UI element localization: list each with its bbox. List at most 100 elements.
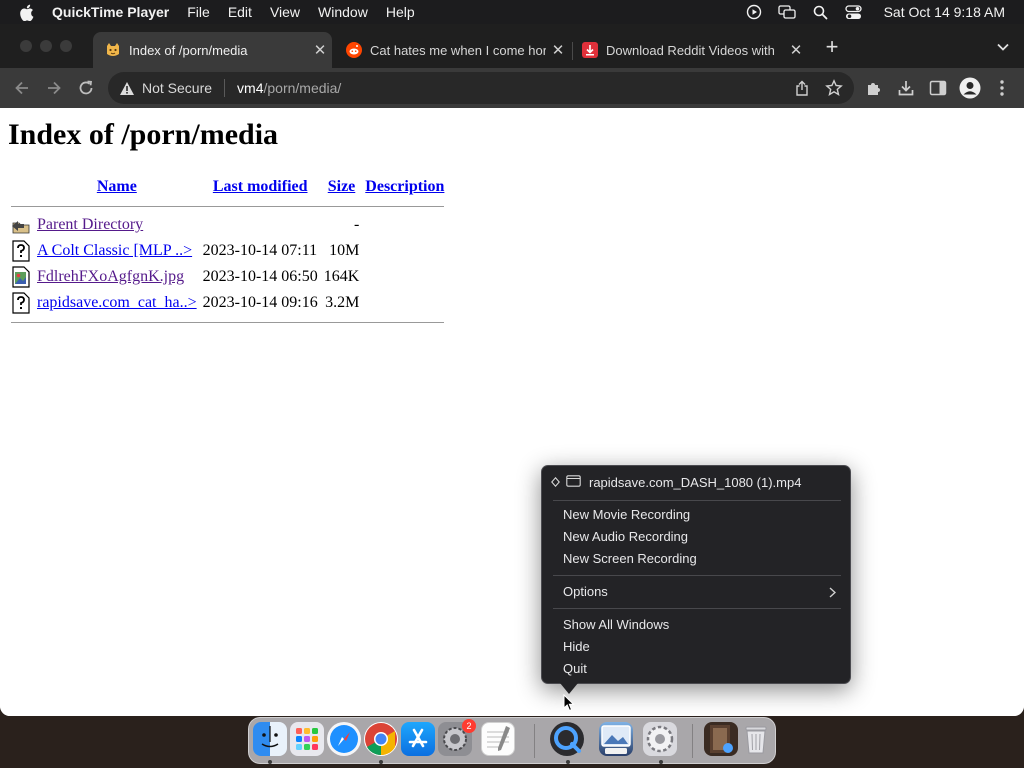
window-icon (566, 474, 586, 490)
description-cell (362, 290, 447, 316)
profile-avatar-icon[interactable] (958, 76, 982, 100)
menu-item-quit[interactable]: Quit (542, 658, 850, 680)
menu-item-hide[interactable]: Hide (542, 636, 850, 658)
table-row: FdlrehFXoAgfgnK.jpg 2023-10-14 06:50 164… (8, 264, 447, 290)
dock-context-menu: rapidsave.com_DASH_1080 (1).mp4 New Movi… (541, 465, 851, 684)
folder-cat-icon (105, 42, 121, 58)
trash-icon[interactable] (739, 722, 773, 756)
control-center-icon[interactable] (837, 4, 870, 20)
file-link-colt-classic[interactable]: A Colt Classic [MLP ..> (37, 242, 192, 259)
table-row: A Colt Classic [MLP ..> 2023-10-14 07:11… (8, 238, 447, 264)
menu-separator (553, 575, 841, 576)
back-arrow-icon[interactable] (10, 76, 34, 100)
preview-icon[interactable] (599, 722, 633, 756)
screen-mirroring-icon[interactable] (771, 5, 804, 19)
menu-help[interactable]: Help (377, 0, 424, 24)
url-host: vm4 (237, 80, 264, 96)
app-store-icon[interactable] (401, 722, 435, 756)
running-indicator (268, 760, 272, 764)
menu-item-new-movie-recording[interactable]: New Movie Recording (542, 504, 850, 526)
sort-by-size-link[interactable]: Size (328, 178, 356, 195)
launchpad-icon[interactable] (290, 722, 324, 756)
sort-by-description-link[interactable]: Description (365, 178, 444, 195)
downloads-stack-icon[interactable] (704, 722, 738, 756)
back-folder-icon (12, 221, 30, 234)
new-tab-button[interactable]: + (820, 36, 844, 60)
forward-arrow-icon[interactable] (42, 76, 66, 100)
reload-icon[interactable] (74, 76, 98, 100)
address-bar[interactable]: Not Secure vm4/porn/media/ (108, 72, 854, 104)
size-cell: 164K (323, 268, 360, 285)
mouse-cursor-icon (563, 694, 575, 712)
menu-clock[interactable]: Sat Oct 14 9:18 AM (870, 4, 1024, 20)
apple-menu-icon[interactable] (0, 4, 52, 21)
menu-item-window[interactable]: rapidsave.com_DASH_1080 (1).mp4 (542, 471, 850, 493)
menu-separator (553, 500, 841, 501)
url-path: /porn/media/ (263, 80, 342, 96)
sort-by-name-link[interactable]: Name (97, 178, 137, 195)
window-minimize-button[interactable] (40, 40, 52, 52)
downloads-icon[interactable] (894, 76, 918, 100)
browser-toolbar: Not Secure vm4/porn/media/ (0, 68, 1024, 108)
tab-title: Download Reddit Videos with (606, 42, 775, 58)
side-panel-icon[interactable] (926, 76, 950, 100)
system-settings-icon[interactable]: 2 (438, 719, 476, 756)
chrome-icon[interactable] (364, 722, 398, 756)
close-tab-icon[interactable]: ✕ (546, 41, 570, 59)
not-secure-warning-icon[interactable] (118, 79, 136, 97)
reddit-icon (346, 42, 362, 58)
screen-recording-icon[interactable] (738, 4, 771, 20)
finder-icon[interactable] (253, 722, 287, 756)
tab-cat-hates-me[interactable]: Cat hates me when I come hor ✕ (334, 32, 570, 68)
menu-window[interactable]: Window (309, 0, 377, 24)
description-cell (362, 212, 447, 238)
size-cell: - (353, 216, 360, 233)
menu-item-new-screen-recording[interactable]: New Screen Recording (542, 548, 850, 570)
macos-menu-bar: QuickTime Player File Edit View Window H… (0, 0, 1024, 24)
quicktime-icon[interactable] (550, 722, 584, 756)
size-cell: 3.2M (325, 294, 360, 311)
safari-icon[interactable] (327, 722, 361, 756)
spotlight-search-icon[interactable] (804, 5, 837, 20)
tab-search-chevron-icon[interactable] (996, 40, 1010, 54)
parent-directory-link[interactable]: Parent Directory (37, 216, 143, 233)
modified-cell: 2023-10-14 09:16 (202, 294, 318, 311)
page-title: Index of /porn/media (8, 118, 279, 151)
menu-edit[interactable]: Edit (219, 0, 261, 24)
menu-item-new-audio-recording[interactable]: New Audio Recording (542, 526, 850, 548)
modified-cell (200, 212, 321, 238)
menu-view[interactable]: View (261, 0, 309, 24)
dock: 2 (248, 717, 776, 764)
rapidsave-icon (582, 42, 598, 58)
menu-file[interactable]: File (178, 0, 219, 24)
tab-index-of-media[interactable]: Index of /porn/media ✕ (93, 32, 332, 68)
running-indicator (379, 760, 383, 764)
textedit-icon[interactable] (481, 722, 515, 756)
system-preferences-icon[interactable] (643, 722, 677, 756)
window-zoom-button[interactable] (60, 40, 72, 52)
close-tab-icon[interactable]: ✕ (308, 41, 332, 59)
bookmark-star-icon[interactable] (822, 76, 846, 100)
file-link-rapidsave-cat[interactable]: rapidsave.com_cat_ha..> (37, 294, 197, 311)
share-icon[interactable] (790, 76, 814, 100)
options-label: Options (563, 584, 608, 599)
omnibox-divider (224, 79, 226, 97)
running-indicator (566, 760, 570, 764)
extensions-puzzle-icon[interactable] (862, 76, 886, 100)
kebab-menu-icon[interactable] (990, 76, 1014, 100)
sort-by-last-modified-link[interactable]: Last modified (213, 178, 308, 195)
security-label[interactable]: Not Secure (142, 80, 212, 96)
menu-item-options[interactable]: Options (542, 581, 850, 603)
window-close-button[interactable] (20, 40, 32, 52)
tab-download-reddit-videos[interactable]: Download Reddit Videos with ✕ (570, 32, 808, 68)
description-cell (362, 238, 447, 264)
tab-strip: Index of /porn/media ✕ Cat hates me when… (0, 24, 1024, 68)
chrome-browser-window: Index of /porn/media ✕ Cat hates me when… (0, 24, 1024, 716)
table-row: rapidsave.com_cat_ha..> 2023-10-14 09:16… (8, 290, 447, 316)
tab-title: Index of /porn/media (129, 42, 248, 58)
app-menu-quicktime[interactable]: QuickTime Player (52, 0, 178, 24)
dock-divider (692, 724, 693, 758)
file-link-fdlreh-jpg[interactable]: FdlrehFXoAgfgnK.jpg (37, 268, 184, 285)
close-tab-icon[interactable]: ✕ (784, 41, 808, 59)
menu-item-show-all-windows[interactable]: Show All Windows (542, 614, 850, 636)
